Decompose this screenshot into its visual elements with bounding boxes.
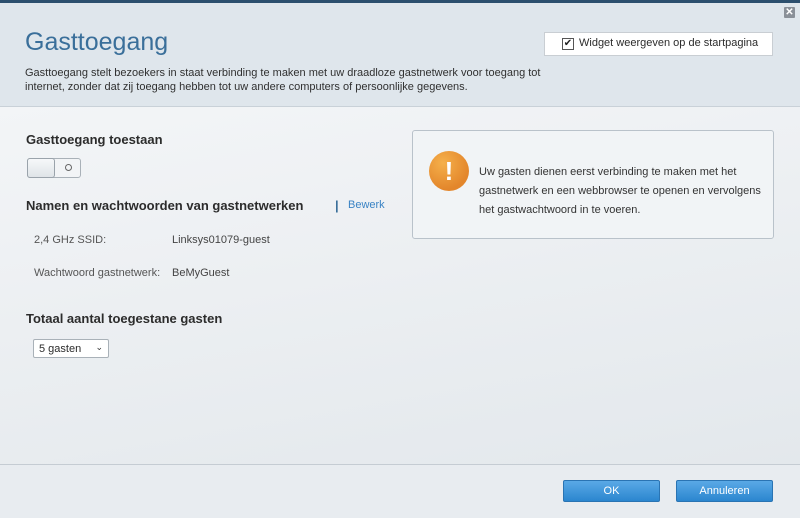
dialog-footer: OK Annuleren [0, 464, 800, 518]
guest-count-value: 5 gasten [39, 343, 82, 355]
ok-button[interactable]: OK [563, 480, 660, 502]
ssid-value: Linksys01079-guest [172, 234, 270, 246]
guest-networks-heading: Namen en wachtwoorden van gastnetwerken [26, 198, 304, 213]
edit-link[interactable]: Bewerk [348, 199, 385, 211]
allow-guest-access-heading: Gasttoegang toestaan [26, 132, 163, 147]
password-label: Wachtwoord gastnetwerk: [34, 267, 161, 279]
warning-icon: ! [429, 151, 469, 191]
notice-box: ! Uw gasten dienen eerst verbinding te m… [412, 130, 774, 239]
total-guests-heading: Totaal aantal toegestane gasten [26, 311, 223, 326]
page-title: Gasttoegang [25, 28, 169, 56]
notice-text: Uw gasten dienen eerst verbinding te mak… [479, 166, 761, 216]
chevron-down-icon: ⌄ [95, 342, 103, 352]
cancel-button[interactable]: Annuleren [676, 480, 773, 502]
dialog-header: Gasttoegang Gasttoegang stelt bezoekers … [0, 3, 800, 107]
guest-access-toggle[interactable] [27, 158, 81, 178]
widget-checkbox-label[interactable]: Widget weergeven op de startpagina [579, 37, 758, 49]
heading-separator: | [335, 198, 339, 213]
guest-count-select[interactable]: 5 gasten ⌄ [33, 339, 109, 358]
ssid-label: 2,4 GHz SSID: [34, 234, 107, 246]
close-icon[interactable]: ✕ [784, 7, 795, 18]
toggle-knob[interactable] [27, 158, 55, 178]
widget-checkbox-container[interactable]: ✔ Widget weergeven op de startpagina [544, 32, 773, 56]
widget-checkbox[interactable]: ✔ [562, 38, 574, 50]
password-value: BeMyGuest [172, 267, 230, 279]
toggle-off-icon [65, 164, 72, 171]
page-description: Gasttoegang stelt bezoekers in staat ver… [25, 67, 541, 93]
